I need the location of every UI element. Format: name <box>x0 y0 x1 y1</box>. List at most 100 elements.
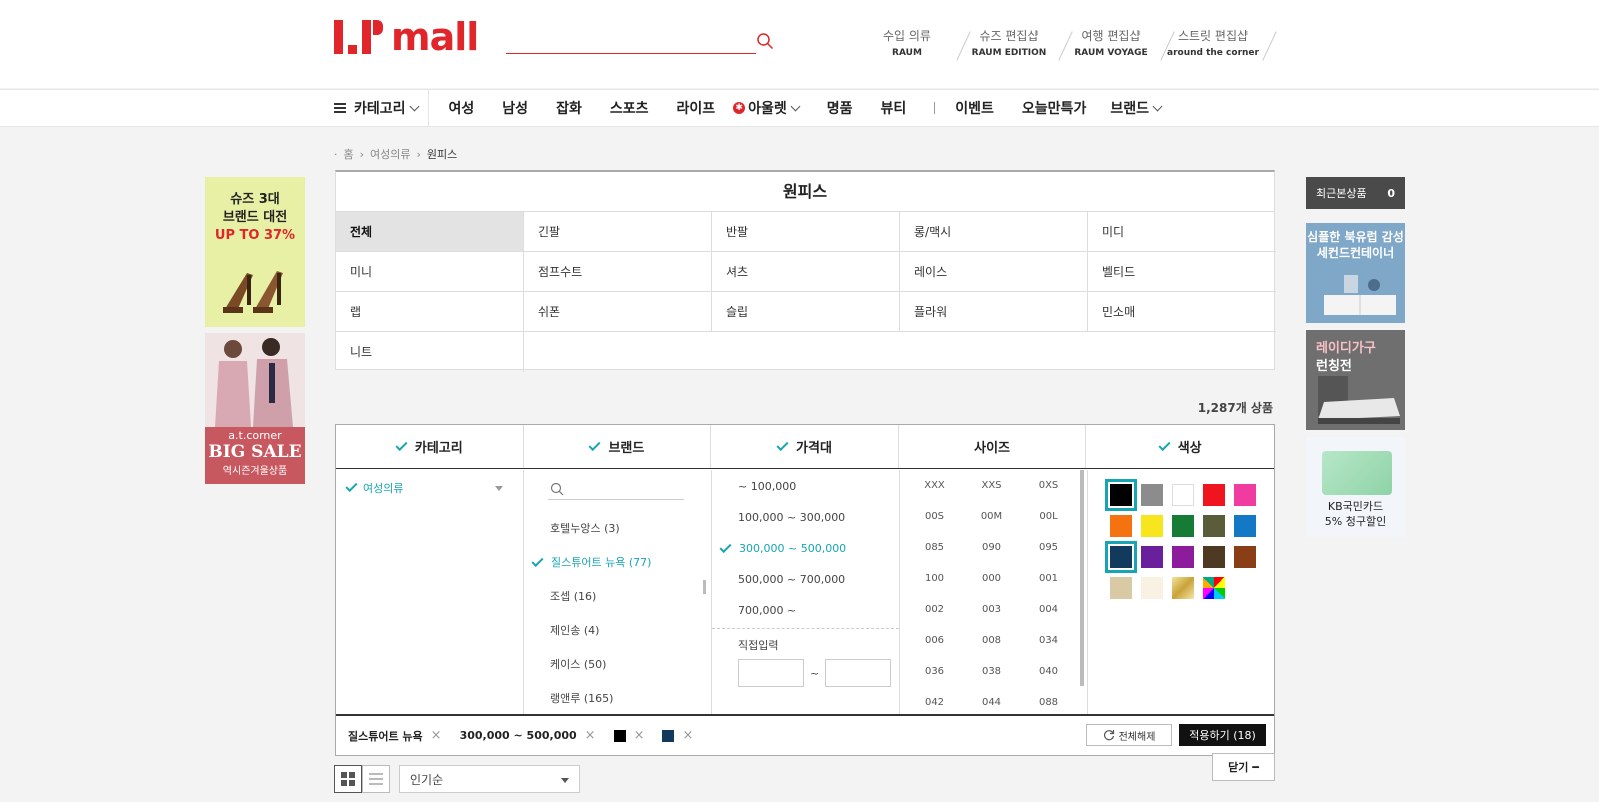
search-icon[interactable] <box>756 32 774 50</box>
banner-kb-card[interactable]: KB국민카드 5% 청구할인 <box>1306 437 1405 537</box>
color-swatch[interactable] <box>1172 515 1194 537</box>
subcategory-item[interactable]: 벨티드 <box>1088 252 1276 292</box>
color-swatch[interactable] <box>1172 577 1194 599</box>
price-option[interactable]: 100,000 ~ 300,000 <box>712 502 899 533</box>
size-option[interactable]: 088 <box>1020 691 1077 714</box>
remove-tag-icon[interactable]: × <box>585 728 596 743</box>
subcategory-item[interactable]: 니트 <box>336 332 524 372</box>
size-option[interactable]: 100 <box>906 567 963 598</box>
color-swatch[interactable] <box>1172 546 1194 568</box>
size-option[interactable]: 085 <box>906 536 963 567</box>
size-option[interactable]: 036 <box>906 660 963 691</box>
nav-event[interactable]: 이벤트 <box>955 98 994 118</box>
brand-search-input[interactable] <box>548 480 684 500</box>
nav-category-menu[interactable]: 카테고리 <box>334 90 429 126</box>
shop-raum-edition[interactable]: 슈즈 편집샵 RAUM EDITION <box>958 28 1073 61</box>
nav-luxury[interactable]: 명품 <box>827 98 853 118</box>
nav-life[interactable]: 라이프 <box>676 98 715 118</box>
breadcrumb-women-clothing[interactable]: 여성의류 <box>370 146 410 162</box>
color-swatch[interactable] <box>1203 546 1225 568</box>
size-option[interactable]: XXX <box>906 474 963 505</box>
brand-item[interactable]: 제인송 (4) <box>524 614 699 648</box>
color-swatch[interactable] <box>1203 577 1225 599</box>
size-option[interactable]: 095 <box>1020 536 1077 567</box>
nav-outlet[interactable]: ✱ 아울렛 <box>733 98 801 118</box>
size-option[interactable]: 00M <box>963 505 1020 536</box>
shop-raum-voyage[interactable]: 여행 편집샵 RAUM VOYAGE <box>1060 28 1175 61</box>
size-option[interactable]: 00L <box>1020 505 1077 536</box>
color-swatch[interactable] <box>1172 484 1194 506</box>
shop-around-the-corner[interactable]: 스트릿 편집샵 around the corner <box>1162 28 1277 61</box>
filter-tab-size[interactable]: 사이즈 <box>899 425 1087 468</box>
subcategory-item[interactable]: 전체 <box>336 212 524 252</box>
nav-today-deal[interactable]: 오늘만특가 <box>1022 98 1086 118</box>
subcategory-item[interactable]: 긴팔 <box>524 212 712 252</box>
size-option[interactable]: 000 <box>963 567 1020 598</box>
size-option[interactable]: 008 <box>963 629 1020 660</box>
nav-sports[interactable]: 스포츠 <box>610 98 649 118</box>
color-swatch[interactable] <box>1141 546 1163 568</box>
filter-tab-price[interactable]: 가격대 <box>711 425 899 468</box>
color-swatch-selected[interactable] <box>1105 541 1137 573</box>
banner-at-corner-sale[interactable]: a.t.corner BIG SALE 역시즌겨울상품 <box>205 333 305 484</box>
size-option[interactable]: 044 <box>963 691 1020 714</box>
subcategory-item[interactable]: 미디 <box>1088 212 1276 252</box>
color-swatch[interactable] <box>1234 484 1256 506</box>
color-swatch[interactable] <box>1141 577 1163 599</box>
price-option[interactable]: 700,000 ~ <box>712 595 899 626</box>
subcategory-item[interactable]: 쉬폰 <box>524 292 712 332</box>
size-option[interactable]: 00S <box>906 505 963 536</box>
subcategory-item[interactable]: 플라워 <box>900 292 1088 332</box>
brand-list[interactable]: 호텔누앙스 (3) 질스튜어트 뉴욕 (77) 조셉 (16) 제인송 (4) 케이스 … <box>524 498 699 714</box>
close-filter-button[interactable]: 닫기 ━ <box>1212 753 1275 781</box>
apply-filter-button[interactable]: 적용하기 (18) <box>1179 724 1266 746</box>
size-option[interactable]: 006 <box>906 629 963 660</box>
subcategory-item[interactable]: 롱/맥시 <box>900 212 1088 252</box>
subcategory-item[interactable]: 셔츠 <box>712 252 900 292</box>
size-scrollbar[interactable] <box>1080 470 1084 686</box>
nav-brand[interactable]: 브랜드 <box>1110 98 1163 118</box>
size-option[interactable]: 038 <box>963 660 1020 691</box>
color-swatch[interactable] <box>1141 515 1163 537</box>
category-option-selected[interactable]: 여성의류 <box>336 470 523 506</box>
size-option[interactable]: 001 <box>1020 567 1077 598</box>
nav-men[interactable]: 남성 <box>502 98 528 118</box>
brand-item-selected[interactable]: 질스튜어트 뉴욕 (77) <box>524 546 699 580</box>
subcategory-item[interactable]: 랩 <box>336 292 524 332</box>
size-option[interactable]: XXS <box>963 474 1020 505</box>
size-option[interactable]: 090 <box>963 536 1020 567</box>
color-swatch[interactable] <box>1110 515 1132 537</box>
nav-women[interactable]: 여성 <box>449 98 475 118</box>
filter-tab-brand[interactable]: 브랜드 <box>524 425 712 468</box>
price-min-input[interactable] <box>738 659 804 687</box>
reset-all-button[interactable]: 전체해제 <box>1086 724 1172 746</box>
list-view-button[interactable] <box>362 765 390 793</box>
subcategory-item[interactable]: 점프수트 <box>524 252 712 292</box>
size-option[interactable]: 040 <box>1020 660 1077 691</box>
recent-viewed-button[interactable]: 최근본상품 0 <box>1306 177 1405 209</box>
size-option[interactable]: 003 <box>963 598 1020 629</box>
subcategory-item[interactable]: 민소매 <box>1088 292 1276 332</box>
breadcrumb-home[interactable]: 홈 <box>344 146 354 162</box>
color-swatch[interactable] <box>1203 515 1225 537</box>
banner-second-container[interactable]: 심플한 북유럽 감성 세컨드컨테이너 <box>1306 223 1405 323</box>
grid-view-button[interactable] <box>334 765 362 793</box>
size-option[interactable]: 034 <box>1020 629 1077 660</box>
banner-shoes-sale[interactable]: 슈즈 3대 브랜드 대전 UP TO 37% <box>205 177 305 327</box>
price-max-input[interactable] <box>825 659 892 687</box>
remove-tag-icon[interactable]: × <box>682 728 693 743</box>
color-swatch[interactable] <box>1234 515 1256 537</box>
color-swatch[interactable] <box>1110 577 1132 599</box>
subcategory-item[interactable]: 슬립 <box>712 292 900 332</box>
price-option-selected[interactable]: 300,000 ~ 500,000 <box>712 533 899 564</box>
nav-beauty[interactable]: 뷰티 <box>881 98 907 118</box>
size-option[interactable]: 002 <box>906 598 963 629</box>
subcategory-item[interactable]: 미니 <box>336 252 524 292</box>
nav-accessories[interactable]: 잡화 <box>556 98 582 118</box>
brand-item[interactable]: 호텔누앙스 (3) <box>524 512 699 546</box>
subcategory-item[interactable]: 반팔 <box>712 212 900 252</box>
brand-scrollbar[interactable] <box>703 580 706 594</box>
subcategory-item[interactable]: 레이스 <box>900 252 1088 292</box>
size-option[interactable]: 0XS <box>1020 474 1077 505</box>
color-swatch[interactable] <box>1203 484 1225 506</box>
